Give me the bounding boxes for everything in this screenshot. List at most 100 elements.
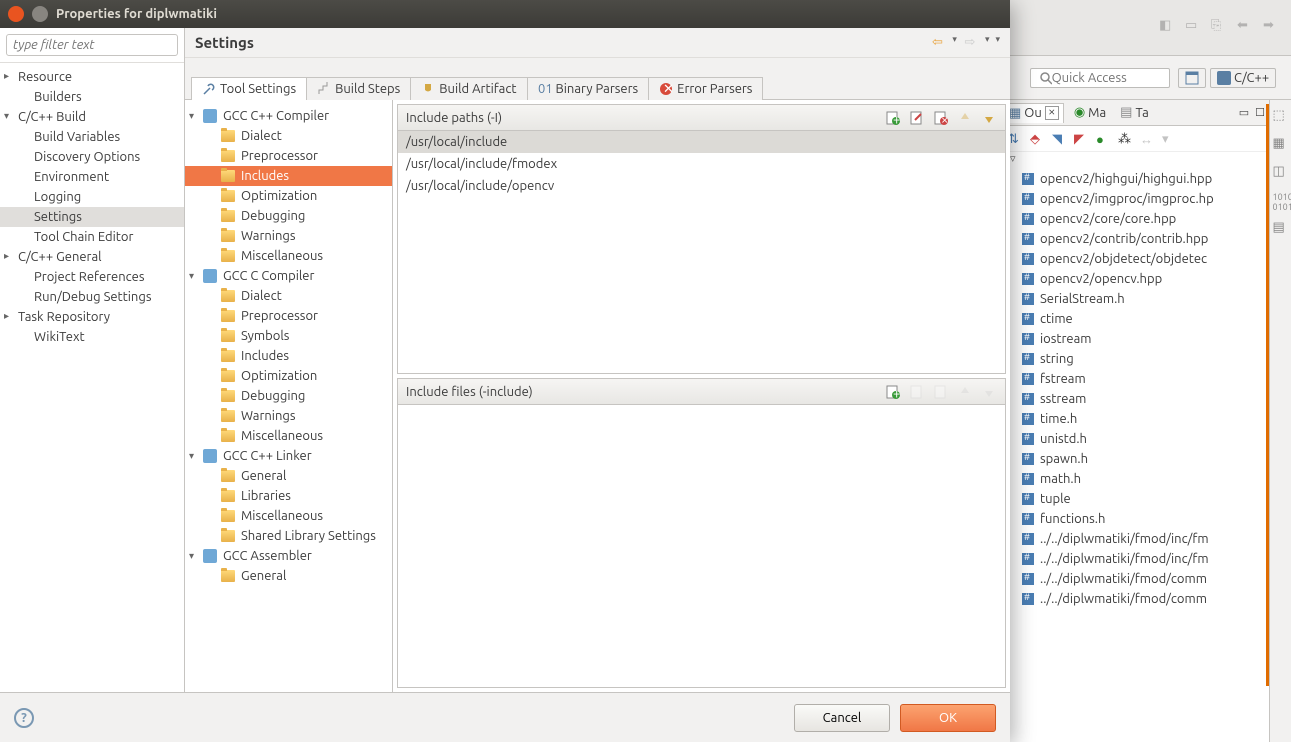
- minimize-icon[interactable]: ▭: [1239, 106, 1249, 119]
- maximize-icon[interactable]: ☐: [1255, 106, 1265, 119]
- perspective-switcher[interactable]: [1178, 68, 1206, 88]
- tool-gcc-assembler[interactable]: GCC Assembler: [185, 546, 392, 566]
- add-icon[interactable]: +: [885, 110, 901, 126]
- nav-projrefs[interactable]: Project References: [0, 267, 184, 287]
- outline-item[interactable]: math.h: [1000, 469, 1269, 489]
- outline-item[interactable]: time.h: [1000, 409, 1269, 429]
- outline-item[interactable]: unistd.h: [1000, 429, 1269, 449]
- nav-taskrepo[interactable]: Task Repository: [0, 307, 184, 327]
- tab-build-steps[interactable]: Build Steps: [306, 77, 411, 100]
- nav-wikitext[interactable]: WikiText: [0, 327, 184, 347]
- hide-nonpublic-icon[interactable]: ◤: [1074, 132, 1088, 146]
- tab-outline[interactable]: ▦Ou⨯: [1004, 103, 1064, 123]
- filter-icon[interactable]: ●: [1096, 132, 1110, 146]
- tab-tool-settings[interactable]: Tool Settings: [191, 77, 307, 100]
- include-path-row[interactable]: /usr/local/include/opencv: [398, 175, 1005, 197]
- outline-item[interactable]: fstream: [1000, 369, 1269, 389]
- filter-input[interactable]: [6, 34, 178, 56]
- sort-icon[interactable]: ⇅: [1008, 132, 1022, 146]
- nav-logging[interactable]: Logging: [0, 187, 184, 207]
- nav-build-variables[interactable]: Build Variables: [0, 127, 184, 147]
- tool-dialect-c[interactable]: Dialect: [185, 286, 392, 306]
- delete-icon[interactable]: ×: [933, 110, 949, 126]
- tool-debugging-c[interactable]: Debugging: [185, 386, 392, 406]
- nav-discovery[interactable]: Discovery Options: [0, 147, 184, 167]
- cancel-button[interactable]: Cancel: [794, 704, 890, 732]
- outline-item[interactable]: iostream: [1000, 329, 1269, 349]
- up-icon[interactable]: [957, 110, 973, 126]
- nav-toolchain[interactable]: Tool Chain Editor: [0, 227, 184, 247]
- quick-access-search[interactable]: [1030, 68, 1170, 88]
- tool-preprocessor[interactable]: Preprocessor: [185, 146, 392, 166]
- outline-item[interactable]: sstream: [1000, 389, 1269, 409]
- outline-item[interactable]: ctime: [1000, 309, 1269, 329]
- outline-item[interactable]: ../../diplwmatiki/fmod/inc/fm: [1000, 549, 1269, 569]
- toolbar-icon[interactable]: ➡: [1263, 18, 1283, 38]
- menu-icon[interactable]: ▾: [995, 34, 1000, 52]
- include-path-row[interactable]: /usr/local/include: [398, 131, 1005, 153]
- ok-button[interactable]: OK: [900, 704, 996, 732]
- tool-optimization-c[interactable]: Optimization: [185, 366, 392, 386]
- include-paths-list[interactable]: /usr/local/include/usr/local/include/fmo…: [398, 131, 1005, 373]
- minimize-icon[interactable]: [32, 6, 48, 22]
- gutter-icon[interactable]: ⬚: [1273, 108, 1289, 124]
- forward-icon[interactable]: ⇨: [961, 34, 979, 52]
- tool-general-asm[interactable]: General: [185, 566, 392, 586]
- tool-general[interactable]: General: [185, 466, 392, 486]
- toolbar-icon[interactable]: ▭: [1185, 18, 1205, 38]
- titlebar[interactable]: Properties for diplwmatiki: [0, 0, 1010, 28]
- perspective-cpp[interactable]: C/C++: [1210, 68, 1276, 88]
- hide-static-icon[interactable]: ◥: [1052, 132, 1066, 146]
- tool-gcc-c-compiler[interactable]: GCC C Compiler: [185, 266, 392, 286]
- tool-warnings[interactable]: Warnings: [185, 226, 392, 246]
- gutter-icon[interactable]: ▤: [1273, 220, 1289, 236]
- outline-item[interactable]: opencv2/imgproc/imgproc.hp: [1000, 189, 1269, 209]
- tool-includes[interactable]: Includes: [185, 166, 392, 186]
- gutter-icon[interactable]: ▦: [1273, 136, 1289, 152]
- outline-item[interactable]: opencv2/contrib/contrib.hpp: [1000, 229, 1269, 249]
- quick-access-input[interactable]: [1052, 71, 1161, 85]
- down-icon[interactable]: [981, 110, 997, 126]
- tool-dialect[interactable]: Dialect: [185, 126, 392, 146]
- toolbar-icon[interactable]: ⬅: [1237, 18, 1257, 38]
- gutter-icon[interactable]: ◫: [1273, 164, 1289, 180]
- toolbar-icon[interactable]: ◧: [1159, 18, 1179, 38]
- tab-make[interactable]: ◉Ma: [1070, 103, 1110, 122]
- outline-item[interactable]: opencv2/highgui/highgui.hpp: [1000, 169, 1269, 189]
- group-icon[interactable]: ⁂: [1118, 132, 1132, 146]
- outline-item[interactable]: tuple: [1000, 489, 1269, 509]
- tab-error-parsers[interactable]: ✕Error Parsers: [648, 77, 763, 100]
- nav-rundebug[interactable]: Run/Debug Settings: [0, 287, 184, 307]
- tool-gcc-cpp-linker[interactable]: GCC C++ Linker: [185, 446, 392, 466]
- nav-builders[interactable]: Builders: [0, 87, 184, 107]
- nav-settings[interactable]: Settings: [0, 207, 184, 227]
- outline-item[interactable]: opencv2/core/core.hpp: [1000, 209, 1269, 229]
- help-icon[interactable]: ?: [14, 708, 34, 728]
- outline-item[interactable]: ../../diplwmatiki/fmod/inc/fm: [1000, 529, 1269, 549]
- nav-environment[interactable]: Environment: [0, 167, 184, 187]
- hide-fields-icon[interactable]: ⬘: [1030, 132, 1044, 146]
- outline-item[interactable]: functions.h: [1000, 509, 1269, 529]
- gutter-icon[interactable]: 10100101: [1273, 192, 1289, 208]
- tool-warnings-c[interactable]: Warnings: [185, 406, 392, 426]
- menu-icon[interactable]: ▾: [1162, 132, 1176, 146]
- tool-misc[interactable]: Miscellaneous: [185, 246, 392, 266]
- outline-item[interactable]: ../../diplwmatiki/fmod/comm: [1000, 569, 1269, 589]
- outline-item[interactable]: string: [1000, 349, 1269, 369]
- outline-item[interactable]: SerialStream.h: [1000, 289, 1269, 309]
- tool-misc-c[interactable]: Miscellaneous: [185, 426, 392, 446]
- back-icon[interactable]: ⇦: [928, 34, 946, 52]
- tab-build-artifact[interactable]: Build Artifact: [410, 77, 527, 100]
- outline-item[interactable]: spawn.h: [1000, 449, 1269, 469]
- tool-includes-c[interactable]: Includes: [185, 346, 392, 366]
- tool-gcc-cpp-compiler[interactable]: GCC C++ Compiler: [185, 106, 392, 126]
- tool-preprocessor-c[interactable]: Preprocessor: [185, 306, 392, 326]
- nav-ccgeneral[interactable]: C/C++ General: [0, 247, 184, 267]
- tool-debugging[interactable]: Debugging: [185, 206, 392, 226]
- include-files-list[interactable]: [398, 405, 1005, 687]
- nav-resource[interactable]: Resource: [0, 67, 184, 87]
- tool-symbols[interactable]: Symbols: [185, 326, 392, 346]
- tool-optimization[interactable]: Optimization: [185, 186, 392, 206]
- outline-item[interactable]: opencv2/objdetect/objdetec: [1000, 249, 1269, 269]
- tool-libraries[interactable]: Libraries: [185, 486, 392, 506]
